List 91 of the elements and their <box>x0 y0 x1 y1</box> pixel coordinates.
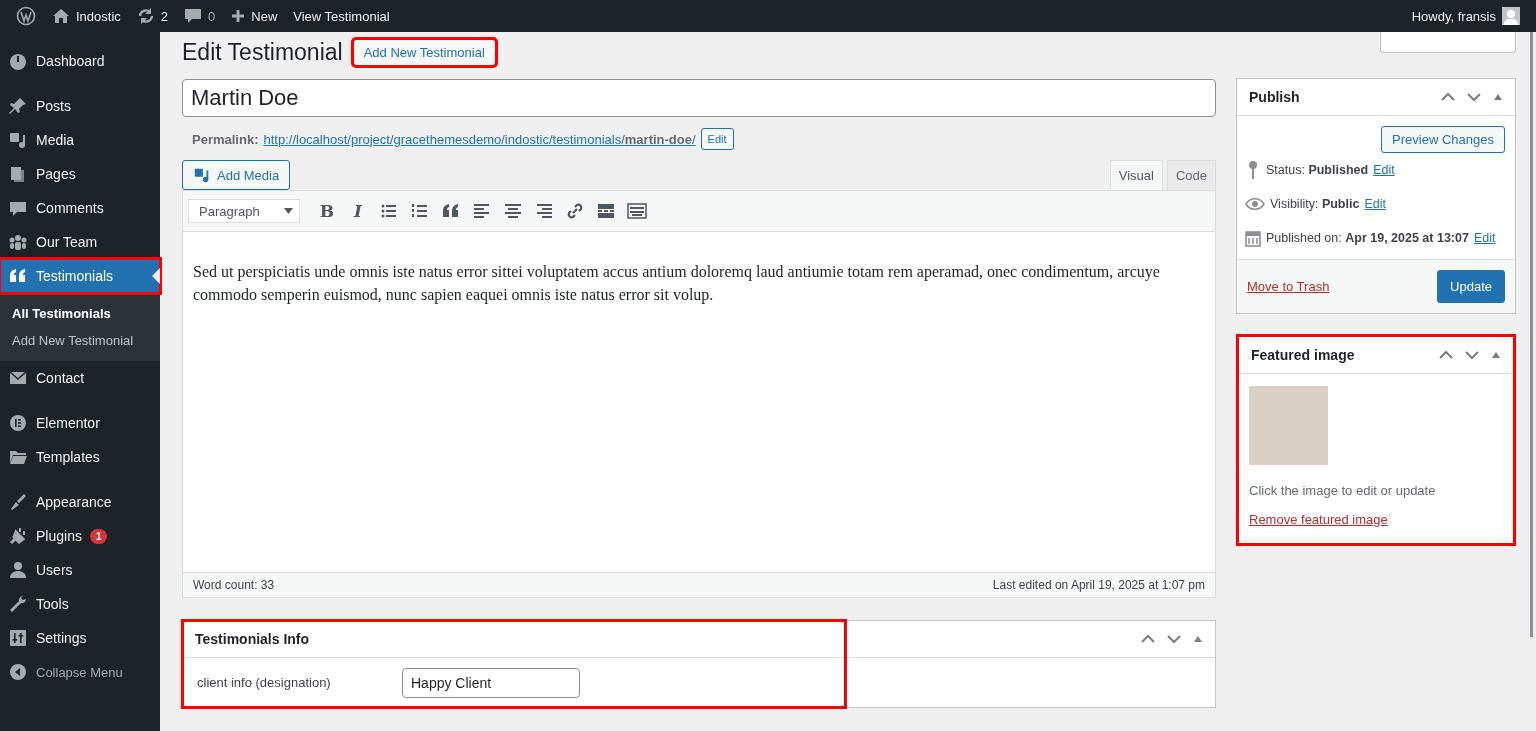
caret-icon <box>284 208 293 214</box>
circle-e-icon <box>8 413 28 433</box>
collapse-triangle-icon[interactable] <box>1491 351 1501 359</box>
submenu-item[interactable]: Add New Testimonial <box>0 327 160 354</box>
pushpin-icon <box>8 96 28 116</box>
move-down-icon[interactable] <box>1167 634 1181 644</box>
designation-field[interactable]: Happy Client <box>402 667 580 698</box>
submenu-item[interactable]: All Testimonials <box>0 300 160 327</box>
read-more-icon[interactable] <box>596 201 616 221</box>
calendar-icon <box>1245 229 1261 247</box>
word-count: Word count: 33 <box>193 578 275 592</box>
edit-link[interactable]: Edit <box>1364 197 1386 211</box>
sidebar-item[interactable]: Dashboard <box>0 44 160 78</box>
avatar-icon <box>1502 7 1520 25</box>
publish-detail: Visibility: Public <box>1270 197 1360 211</box>
view-testimonial-link[interactable]: View Testimonial <box>285 0 398 32</box>
page-title: Edit Testimonial <box>182 38 343 66</box>
panel-title: Testimonials Info <box>195 631 310 647</box>
update-count-badge: 1 <box>89 528 108 544</box>
add-new-testimonial-button[interactable]: Add New Testimonial <box>352 38 496 66</box>
permalink-label: Permalink: <box>192 131 259 147</box>
media-icon <box>8 130 28 150</box>
refresh-icon <box>136 7 155 25</box>
sidebar-item[interactable]: Settings <box>0 621 160 655</box>
sidebar-item[interactable]: Testimonials <box>0 259 160 293</box>
edit-permalink-button[interactable]: Edit <box>700 128 734 150</box>
align-center-icon[interactable] <box>503 201 523 221</box>
site-name-link[interactable]: Indostic <box>44 0 129 32</box>
media-icon <box>193 166 211 184</box>
sidebar-item[interactable]: Our Team <box>0 225 160 259</box>
edit-link[interactable]: Edit <box>1373 163 1395 177</box>
account-menu[interactable]: Howdy, fransis <box>1403 0 1528 32</box>
sidebar-item[interactable]: Posts <box>0 89 160 123</box>
gauge-icon <box>8 51 28 71</box>
align-left-icon[interactable] <box>472 201 492 221</box>
editor-tab[interactable]: Code <box>1166 160 1216 190</box>
sidebar-item[interactable]: Plugins 1 <box>0 519 160 553</box>
permalink-link[interactable]: http://localhost/project/gracethemesdemo/indostic/testimonials/martin-doe/ <box>263 131 696 147</box>
move-up-icon[interactable] <box>1141 634 1155 644</box>
collapse-triangle-icon[interactable] <box>1193 635 1203 643</box>
keyboard-icon[interactable] <box>627 201 647 221</box>
format-button[interactable]: I <box>348 201 368 221</box>
comments-link[interactable]: 0 <box>176 0 224 32</box>
sidebar-item[interactable]: Media <box>0 123 160 157</box>
post-title-field[interactable]: Martin Doe <box>182 79 1216 117</box>
sidebar-item[interactable]: Users <box>0 553 160 587</box>
person-icon <box>8 560 28 580</box>
sidebar-item[interactable]: Tools <box>0 587 160 621</box>
eye-icon <box>1245 197 1265 211</box>
move-up-icon[interactable] <box>1441 92 1455 102</box>
speech-bubble-icon <box>184 7 203 25</box>
plus-icon <box>231 9 246 23</box>
sidebar-item[interactable]: Elementor <box>0 406 160 440</box>
move-up-icon[interactable] <box>1439 350 1453 360</box>
sidebar-item[interactable]: Templates <box>0 440 160 474</box>
sidebar-item[interactable]: Pages <box>0 157 160 191</box>
panel-title: Featured image <box>1251 347 1355 363</box>
format-button[interactable]: B <box>317 201 337 221</box>
editor-text: Sed ut perspiciatis unde omnis iste natus error sittei voluptatem accus antium doloremq laud antiumie totam rem aperamad, onec condimentum, arcuye commodo semperin euismod, nunc sapien eaquei omnis iste natus error sit volup. <box>192 262 1161 306</box>
sliders-icon <box>8 628 28 648</box>
panel-title: Publish <box>1249 89 1300 105</box>
group-icon <box>8 232 28 252</box>
preview-changes-button[interactable]: Preview Changes <box>1381 126 1505 153</box>
align-right-icon[interactable] <box>534 201 554 221</box>
remove-featured-image-link[interactable]: Remove featured image <box>1249 512 1388 527</box>
last-edited-text: Last edited on April 19, 2025 at 1:07 pm <box>992 578 1205 592</box>
sidebar-item[interactable]: Contact <box>0 361 160 395</box>
format-select[interactable]: Paragraph <box>188 199 300 223</box>
move-down-icon[interactable] <box>1467 92 1481 102</box>
sidebar-item[interactable]: Comments <box>0 191 160 225</box>
collapse-menu-button[interactable]: Collapse Menu <box>0 655 160 689</box>
house-icon <box>52 8 70 24</box>
collapse-triangle-icon[interactable] <box>1493 93 1503 101</box>
edit-link[interactable]: Edit <box>1473 231 1496 245</box>
add-media-button[interactable]: Add Media <box>182 160 291 190</box>
move-down-icon[interactable] <box>1465 350 1479 360</box>
new-content-link[interactable]: New <box>223 0 286 32</box>
publish-detail: Published on: Apr 19, 2025 at 13:07 <box>1266 231 1469 245</box>
sidebar-item[interactable]: Appearance <box>0 485 160 519</box>
plug-icon <box>8 526 28 546</box>
move-to-trash-link[interactable]: Move to Trash <box>1247 279 1330 294</box>
wordpress-logo-icon[interactable] <box>16 6 36 26</box>
featured-image-hint: Click the image to edit or update <box>1249 483 1437 498</box>
field-label: client info (designation) <box>197 675 332 690</box>
update-button[interactable]: Update <box>1437 270 1505 303</box>
paintbrush-icon <box>8 492 28 512</box>
link-icon[interactable] <box>565 201 585 221</box>
updates-link[interactable]: 2 <box>128 0 177 32</box>
editor-tab[interactable]: Visual <box>1109 160 1163 190</box>
wrench-icon <box>8 594 28 614</box>
publish-detail: Status: Published <box>1266 163 1369 177</box>
